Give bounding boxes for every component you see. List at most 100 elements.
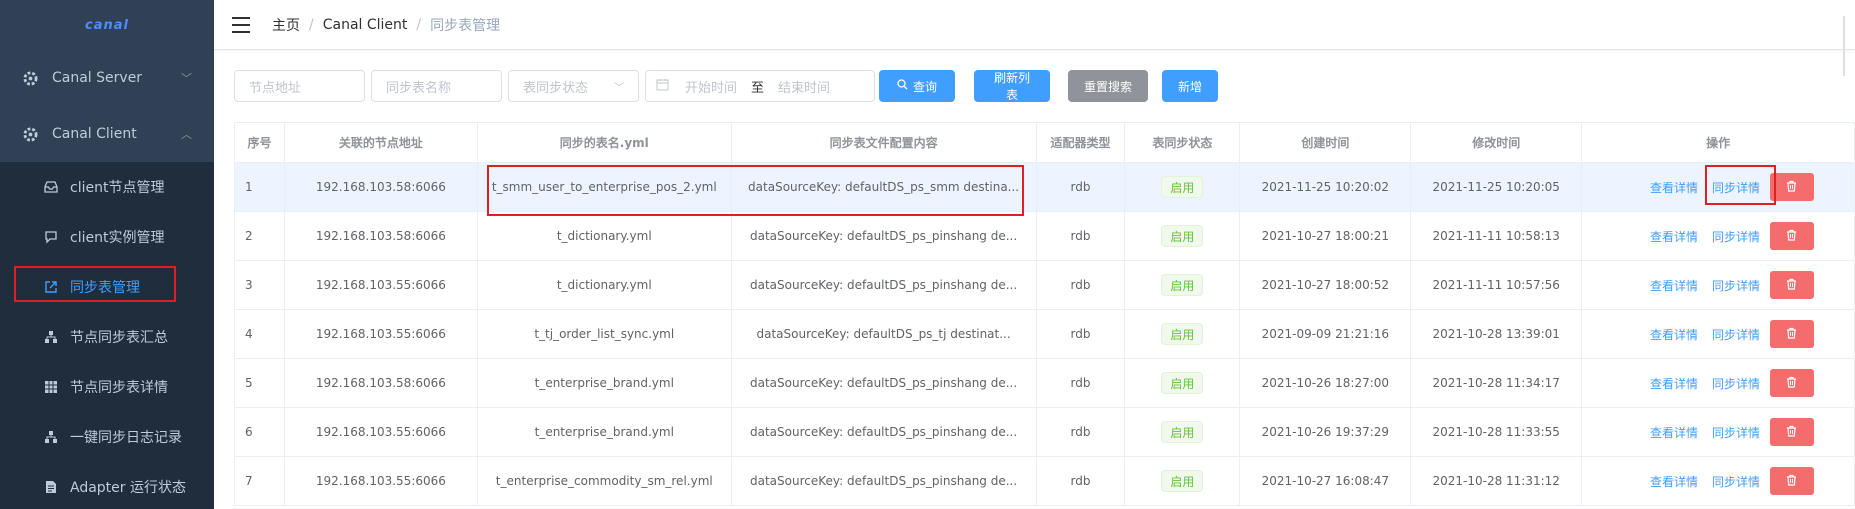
start-time-placeholder: 开始时间 [685,80,738,96]
sync-status-select[interactable]: 表同步状态 ﹀ [508,70,639,102]
range-separator: 至 [751,80,765,96]
sync-detail-link[interactable]: 同步详情 [1712,179,1760,196]
sync-detail-link[interactable]: 同步详情 [1712,375,1760,392]
tree-icon [44,430,58,444]
cell-config-content: dataSourceKey: defaultDS_ps_pinshang de.… [732,457,1037,505]
sync-detail-link[interactable]: 同步详情 [1712,424,1760,441]
cell-adapter-type: rdb [1037,310,1126,358]
sync-detail-link[interactable]: 同步详情 [1712,326,1760,343]
cell-node-address: 192.168.103.55:6066 [285,310,478,358]
trash-icon [1786,474,1797,489]
delete-button[interactable] [1769,271,1814,299]
sync-detail-link[interactable]: 同步详情 [1712,473,1760,490]
sidebar-item-label: 同步表管理 [70,280,140,296]
sidebar-item-node-sync-summary[interactable]: 节点同步表汇总 [0,312,214,362]
cell-adapter-type: rdb [1037,359,1126,407]
view-detail-link[interactable]: 查看详情 [1650,228,1698,245]
cell-node-address: 192.168.103.58:6066 [285,359,478,407]
delete-button[interactable] [1769,320,1814,348]
cell-actions: 查看详情 同步详情 [1582,261,1855,309]
chevron-down-icon: ﹀ [614,82,624,94]
table-row[interactable]: 1 192.168.103.58:6066 t_smm_user_to_ente… [235,163,1855,212]
cell-adapter-type: rdb [1037,408,1126,456]
sidebar-item-client-nodes[interactable]: client节点管理 [0,162,214,212]
placeholder: 同步表名称 [386,80,452,96]
cell-yml-name: t_dictionary.yml [478,261,732,309]
delete-button[interactable] [1769,467,1814,495]
view-detail-link[interactable]: 查看详情 [1650,179,1698,196]
sidebar-item-sync-table-mgmt[interactable]: 同步表管理 [0,262,214,312]
delete-button[interactable] [1769,173,1814,201]
table-row[interactable]: 2 192.168.103.58:6066 t_dictionary.yml d… [235,212,1855,261]
cell-sync-status: 启用 [1125,408,1241,456]
cell-config-content: dataSourceKey: defaultDS_ps_smm destina.… [732,163,1037,211]
table-row[interactable]: 4 192.168.103.55:6066 t_tj_order_list_sy… [235,310,1855,359]
cell-actions: 查看详情 同步详情 [1582,163,1855,211]
cell-yml-name: t_dictionary.yml [478,212,732,260]
cell-sync-status: 启用 [1125,359,1241,407]
cell-actions: 查看详情 同步详情 [1582,212,1855,260]
cell-actions: 查看详情 同步详情 [1582,310,1855,358]
breadcrumb-separator: / [309,16,314,33]
cell-modified-time: 2021-11-11 10:58:13 [1411,212,1583,260]
table-body: 1 192.168.103.58:6066 t_smm_user_to_ente… [235,163,1855,506]
cell-adapter-type: rdb [1037,261,1126,309]
table-row[interactable]: 5 192.168.103.58:6066 t_enterprise_brand… [235,359,1855,408]
table-header: 序号 关联的节点地址 同步的表名.yml 同步表文件配置内容 适配器类型 表同步… [235,123,1855,163]
sidebar-item-client-instances[interactable]: client实例管理 [0,212,214,262]
menu-canal-client[interactable]: Canal Client ︿ [0,106,214,162]
view-detail-link[interactable]: 查看详情 [1650,326,1698,343]
sidebar-item-adapter-status[interactable]: Adapter 运行状态 [0,462,214,509]
cell-actions: 查看详情 同步详情 [1582,457,1855,505]
table-row[interactable]: 6 192.168.103.55:6066 t_enterprise_brand… [235,408,1855,457]
delete-button[interactable] [1769,418,1814,446]
menu-canal-server[interactable]: Canal Server ﹀ [0,50,214,106]
menu-toggle-icon[interactable] [232,16,250,33]
table-row[interactable]: 3 192.168.103.55:6066 t_dictionary.yml d… [235,261,1855,310]
refresh-list-button[interactable]: 刷新列表 [974,70,1050,102]
breadcrumb-canal-client[interactable]: Canal Client [323,17,408,33]
cell-index: 3 [235,261,285,309]
scrollbar[interactable] [1843,16,1855,76]
sidebar-item-label: client节点管理 [70,180,165,196]
cell-modified-time: 2021-10-28 11:33:55 [1411,408,1583,456]
date-range-picker[interactable]: 开始时间 至 结束时间 [645,70,875,102]
column-header: 同步的表名.yml [478,123,732,162]
status-badge: 启用 [1161,225,1204,247]
breadcrumb-current: 同步表管理 [430,17,501,34]
placeholder: 节点地址 [249,80,302,96]
cell-actions: 查看详情 同步详情 [1582,408,1855,456]
status-badge: 启用 [1161,274,1204,296]
breadcrumb-separator: / [416,16,422,33]
external-link-icon [44,280,58,294]
cell-created-time: 2021-10-27 18:00:52 [1240,261,1412,309]
cell-yml-name: t_enterprise_brand.yml [478,408,732,456]
sync-detail-link[interactable]: 同步详情 [1712,228,1760,245]
cell-sync-status: 启用 [1125,261,1241,309]
sidebar-item-sync-log[interactable]: 一键同步日志记录 [0,412,214,462]
breadcrumb-home[interactable]: 主页 [272,15,300,35]
cell-node-address: 192.168.103.55:6066 [285,457,478,505]
cell-created-time: 2021-10-26 18:27:00 [1240,359,1412,407]
table-row[interactable]: 7 192.168.103.55:6066 t_enterprise_commo… [235,457,1855,506]
reset-search-button[interactable]: 重置搜索 [1068,70,1148,102]
calendar-icon [656,78,669,95]
view-detail-link[interactable]: 查看详情 [1650,473,1698,490]
cell-created-time: 2021-10-27 16:08:47 [1240,457,1412,505]
query-button[interactable]: 查询 [879,70,955,102]
view-detail-link[interactable]: 查看详情 [1650,277,1698,294]
add-button[interactable]: 新增 [1162,70,1218,102]
cell-created-time: 2021-10-27 18:00:21 [1240,212,1412,260]
chevron-up-icon: ︿ [181,128,192,141]
view-detail-link[interactable]: 查看详情 [1650,375,1698,392]
chat-icon [44,230,58,244]
cell-index: 7 [235,457,285,505]
node-address-input[interactable]: 节点地址 [234,70,365,102]
view-detail-link[interactable]: 查看详情 [1650,424,1698,441]
sync-table-name-input[interactable]: 同步表名称 [371,70,502,102]
gear-icon [22,70,38,86]
delete-button[interactable] [1769,369,1814,397]
delete-button[interactable] [1769,222,1814,250]
sidebar-item-node-sync-detail[interactable]: 节点同步表详情 [0,362,214,412]
sync-detail-link[interactable]: 同步详情 [1712,277,1760,294]
